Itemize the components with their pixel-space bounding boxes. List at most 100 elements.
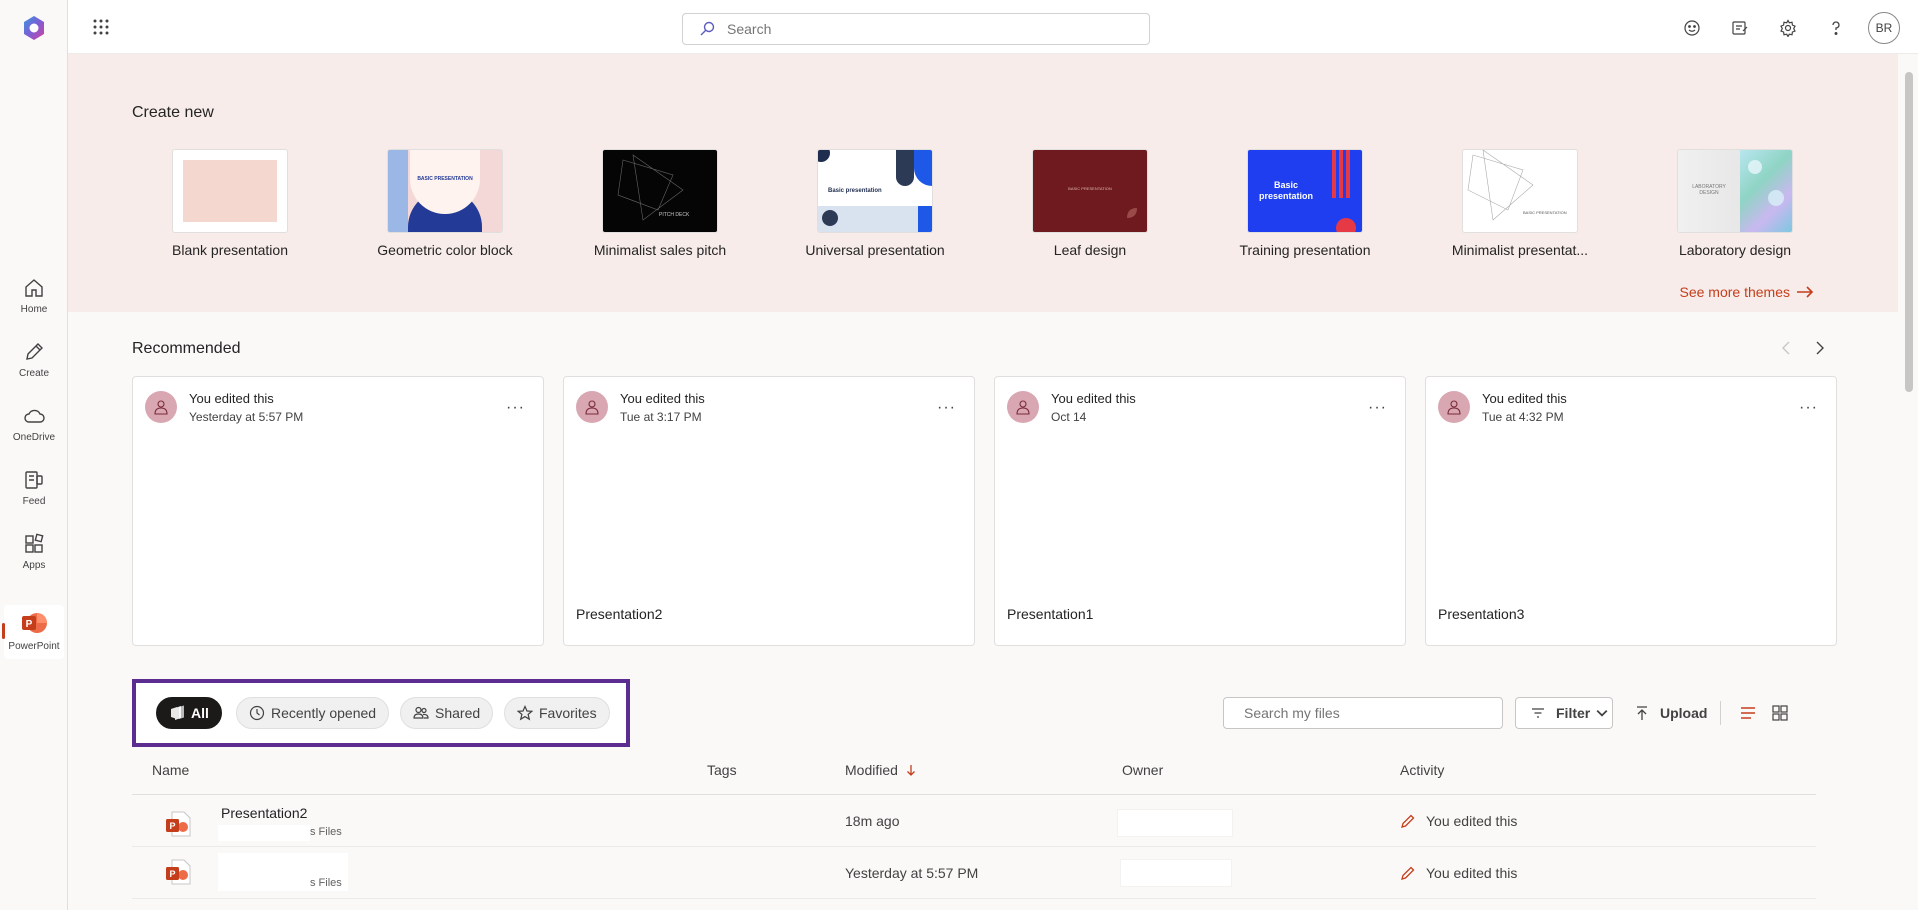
recommended-card[interactable]: You edited this Tue at 4:32 PM ··· Prese… (1425, 376, 1837, 646)
file-name[interactable]: Presentation2 (221, 805, 307, 821)
apps-icon (25, 533, 44, 553)
recommended-card[interactable]: You edited this Tue at 3:17 PM ··· Prese… (563, 376, 975, 646)
pill-all[interactable]: All (156, 697, 222, 729)
column-name[interactable]: Name (152, 762, 189, 778)
more-options-icon[interactable]: ··· (937, 399, 956, 417)
leaf-icon (1127, 208, 1137, 218)
feedback-button[interactable] (1676, 12, 1708, 44)
m365-logo-icon[interactable] (20, 14, 48, 42)
rail-onedrive[interactable]: OneDrive (0, 400, 68, 460)
page-scrollbar[interactable] (1900, 54, 1918, 910)
pill-favorites[interactable]: Favorites (504, 697, 610, 729)
home-icon (25, 279, 43, 297)
rail-home-label: Home (20, 304, 48, 315)
chevron-left-icon (1782, 341, 1790, 355)
template-label: Training presentation (1239, 242, 1371, 258)
template-universal[interactable]: Basic presentation Universal presentatio… (775, 150, 975, 258)
template-laboratory[interactable]: LABORATORY DESIGN Laboratory design (1635, 150, 1835, 258)
see-more-themes-link[interactable]: See more themes (1680, 284, 1815, 300)
template-inner-text: LABORATORY DESIGN (1692, 184, 1726, 196)
template-blank[interactable]: Blank presentation (130, 150, 330, 258)
card-activity: You edited this (620, 391, 705, 406)
grid-view-button[interactable] (1768, 701, 1792, 725)
rail-create[interactable]: Create (0, 336, 68, 396)
upload-button[interactable]: Upload (1634, 697, 1707, 729)
template-inner-text: BASIC PRESENTATION (1523, 210, 1567, 215)
recommended-next-button[interactable] (1808, 338, 1832, 358)
recommended-card[interactable]: You edited this Yesterday at 5:57 PM ··· (132, 376, 544, 646)
person-icon (1016, 400, 1030, 415)
create-new-section: Create new Blank presentation BASIC PRES… (68, 54, 1898, 312)
rail-onedrive-label: OneDrive (12, 432, 56, 443)
file-activity-label: You edited this (1426, 813, 1518, 829)
search-my-files-input[interactable] (1224, 698, 1502, 728)
settings-button[interactable] (1772, 12, 1804, 44)
card-timestamp: Tue at 4:32 PM (1482, 410, 1564, 424)
column-activity[interactable]: Activity (1400, 762, 1444, 778)
chevron-right-icon (1816, 341, 1824, 355)
edit-pencil-icon (1401, 866, 1415, 880)
recommended-prev-button[interactable] (1774, 338, 1798, 358)
table-row[interactable]: P s Files Yesterday at 5:57 PM You edite… (132, 847, 1816, 899)
column-owner[interactable]: Owner (1122, 762, 1163, 778)
card-file-name: Presentation3 (1438, 606, 1525, 622)
template-minimalist[interactable]: BASIC PRESENTATION Minimalist presentat.… (1420, 150, 1620, 258)
template-label: Blank presentation (172, 242, 288, 258)
rail-feed[interactable]: Feed (0, 464, 68, 524)
rail-powerpoint[interactable]: P PowerPoint (2, 605, 64, 659)
card-activity: You edited this (1051, 391, 1136, 406)
search-icon (700, 21, 715, 36)
rail-feed-label: Feed (22, 496, 46, 507)
list-view-icon (1741, 707, 1755, 719)
global-search-input[interactable] (727, 21, 1127, 37)
avatar (1007, 391, 1039, 423)
search-my-files[interactable] (1223, 697, 1503, 729)
account-avatar[interactable]: BR (1868, 12, 1900, 44)
template-leaf[interactable]: BASIC PRESENTATION Leaf design (990, 150, 1190, 258)
redacted-location (218, 825, 310, 841)
template-minimalist-sales[interactable]: PITCH DECK Minimalist sales pitch (560, 150, 760, 258)
whats-new-button[interactable] (1724, 12, 1756, 44)
pill-shared[interactable]: Shared (400, 697, 494, 729)
rail-apps[interactable]: Apps (0, 528, 68, 588)
redacted-owner (1117, 809, 1233, 837)
template-thumbnail: BASIC PRESENTATION (388, 150, 502, 232)
people-icon (413, 706, 429, 719)
file-activity: You edited this (1400, 813, 1517, 829)
rail-powerpoint-label: PowerPoint (8, 641, 60, 652)
more-options-icon[interactable]: ··· (1368, 399, 1387, 417)
filter-button[interactable]: Filter (1515, 697, 1613, 729)
template-geometric[interactable]: BASIC PRESENTATION Geometric color block (345, 150, 545, 258)
more-options-icon[interactable]: ··· (506, 399, 525, 417)
table-row[interactable]: P Presentation2 s Files 18m ago You edit… (132, 795, 1816, 847)
star-icon (517, 705, 533, 721)
app-launcher-icon[interactable] (92, 18, 110, 36)
more-options-icon[interactable]: ··· (1799, 399, 1818, 417)
template-label: Minimalist sales pitch (593, 242, 727, 258)
global-search[interactable] (682, 13, 1150, 45)
template-thumbnail: LABORATORY DESIGN (1678, 150, 1792, 232)
avatar (145, 391, 177, 423)
redacted-owner (1120, 859, 1232, 887)
card-file-name: Presentation2 (576, 606, 663, 622)
file-filter-pills: All Recently opened Shared Favorites (132, 679, 630, 747)
template-training[interactable]: Basic presentation Training presentation (1205, 150, 1405, 258)
help-button[interactable] (1820, 12, 1852, 44)
list-view-button[interactable] (1736, 701, 1760, 725)
powerpoint-icon: P (22, 613, 47, 633)
rail-home[interactable]: Home (0, 272, 68, 332)
avatar (576, 391, 608, 423)
card-activity: You edited this (189, 391, 274, 406)
file-location: s Files (310, 826, 342, 838)
column-modified[interactable]: Modified (845, 762, 916, 778)
scrollbar-thumb[interactable] (1905, 72, 1913, 392)
column-tags[interactable]: Tags (707, 762, 737, 778)
person-icon (1447, 400, 1461, 415)
template-thumbnail (173, 150, 287, 232)
pill-shared-label: Shared (435, 705, 481, 721)
rail-apps-label: Apps (22, 560, 46, 571)
template-label: Leaf design (1053, 242, 1127, 258)
pill-recently-opened[interactable]: Recently opened (236, 697, 390, 729)
svg-text:P: P (169, 821, 175, 831)
recommended-card[interactable]: You edited this Oct 14 ··· Presentation1 (994, 376, 1406, 646)
